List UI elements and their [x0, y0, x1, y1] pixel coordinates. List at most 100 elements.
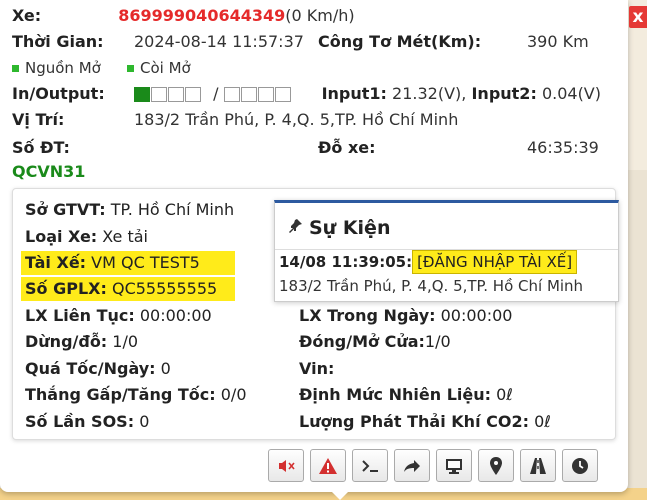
phone-row: Số ĐT: Đỗ xe: 46:35:39 — [12, 136, 599, 160]
lx-trong-ngay-row: LX Trong Ngày: 00:00:00 — [299, 304, 512, 328]
odometer-label: Công Tơ Mét(Km): — [318, 32, 482, 51]
vehicle-row: Xe: 869999040644349(0 Km/h) — [12, 4, 355, 28]
loai-xe-row: Loại Xe: Xe tải — [25, 225, 148, 249]
co2-label: Lượng Phát Thải Khí CO2: — [299, 412, 529, 431]
location-row: Vị Trí: 183/2 Trần Phú, P. 4,Q. 5,TP. Hồ … — [12, 108, 458, 132]
parking-label: Đỗ xe: — [318, 138, 376, 157]
io-box — [151, 87, 167, 102]
qua-toc-value: 0 — [160, 359, 171, 378]
sos-row: Số Lần SOS: 0 — [25, 410, 149, 434]
time-value: 2024-08-14 11:57:37 — [134, 32, 304, 51]
license-row: Số GPLX: QC55555555 — [21, 277, 235, 301]
location-label: Vị Trí: — [12, 110, 65, 129]
history-button[interactable] — [562, 449, 598, 482]
io-box — [185, 87, 201, 102]
dung-do-label: Dừng/đỗ: — [25, 332, 108, 351]
action-toolbar — [268, 449, 598, 483]
event-panel: Sự Kiện 14/08 11:39:05: [ĐĂNG NHẬP TÀI XẾ… — [274, 200, 619, 302]
io-box — [168, 87, 184, 102]
qua-toc-label: Quá Tốc/Ngày: — [25, 359, 156, 378]
mute-icon — [279, 459, 295, 472]
co2-value: 0ℓ — [534, 412, 551, 431]
location-pin-icon — [490, 456, 502, 475]
odometer-value: 390 Km — [527, 32, 589, 51]
dong-mo-label: Đóng/Mở Cửa: — [299, 332, 425, 351]
output-boxes — [224, 84, 292, 103]
so-gtvt-value: TP. Hồ Chí Minh — [110, 200, 235, 219]
share-button[interactable] — [394, 449, 430, 482]
io-box — [134, 87, 150, 102]
dinh-muc-value: 0ℓ — [496, 385, 513, 404]
co2-row: Lượng Phát Thải Khí CO2: 0ℓ — [299, 410, 551, 434]
popup-pointer — [330, 490, 350, 500]
dinh-muc-row: Định Mức Nhiên Liệu: 0ℓ — [299, 383, 513, 407]
thang-gap-label: Thắng Gấp/Tăng Tốc: — [25, 385, 216, 404]
so-gtvt-label: Sở GTVT: — [25, 200, 106, 219]
dinh-muc-label: Định Mức Nhiên Liệu: — [299, 385, 492, 404]
io-label: In/Output: — [12, 84, 105, 103]
road-icon — [530, 457, 546, 474]
thang-gap-value: 0/0 — [220, 385, 247, 404]
mute-button[interactable] — [268, 449, 304, 482]
vehicle-info-popup: Xe: 869999040644349(0 Km/h) Thời Gian: 20… — [0, 0, 628, 492]
driver-label: Tài Xế: — [25, 253, 87, 272]
sos-value: 0 — [139, 412, 150, 431]
location-value: 183/2 Trần Phú, P. 4,Q. 5,TP. Hồ Chí Min… — [134, 110, 459, 129]
close-button[interactable]: x — [629, 6, 647, 28]
xe-label: Xe: — [12, 6, 42, 25]
io-box — [275, 87, 292, 102]
warning-icon — [319, 457, 337, 474]
loai-xe-value: Xe tải — [102, 227, 148, 246]
license-label: Số GPLX: — [25, 279, 107, 298]
time-label: Thời Gian: — [12, 32, 104, 51]
lx-trong-ngay-value: 00:00:00 — [440, 306, 513, 325]
event-text: [ĐĂNG NHẬP TÀI XẾ] — [412, 250, 578, 274]
event-address: 183/2 Trần Phú, P. 4,Q. 5,TP. Hồ Chí Min… — [279, 277, 584, 295]
so-gtvt-row: Sở GTVT: TP. Hồ Chí Minh — [25, 198, 234, 222]
loai-xe-label: Loại Xe: — [25, 227, 98, 246]
input1-label: Input1: — [321, 84, 387, 103]
event-title-text: Sự Kiện — [309, 217, 391, 239]
power-status: Nguồn Mở — [25, 59, 101, 77]
dong-mo-row: Đóng/Mở Cửa:1/0 — [299, 330, 451, 354]
time-row: Thời Gian: 2024-08-14 11:57:37 Công Tơ Mét… — [12, 30, 589, 54]
clock-icon — [572, 457, 588, 474]
vehicle-id[interactable]: 869999040644349 — [118, 6, 285, 25]
vehicle-speed: (0 Km/h) — [285, 6, 355, 25]
dong-mo-value: 1/0 — [424, 332, 451, 351]
io-box — [241, 87, 258, 102]
io-row: In/Output: / Input1: 21.32(V), Input2: 0… — [12, 82, 601, 106]
driver-value: VM QC TEST5 — [91, 253, 200, 272]
qua-toc-row: Quá Tốc/Ngày: 0 — [25, 357, 171, 381]
lx-lien-tuc-row: LX Liên Tục: 00:00:00 — [25, 304, 212, 328]
input2-value: 0.04(V) — [541, 84, 601, 103]
route-button[interactable] — [520, 449, 556, 482]
driver-row: Tài Xế: VM QC TEST5 — [21, 251, 235, 275]
command-button[interactable] — [352, 449, 388, 482]
terminal-icon — [362, 459, 378, 472]
thang-gap-row: Thắng Gấp/Tăng Tốc: 0/0 — [25, 383, 247, 407]
event-entry[interactable]: 14/08 11:39:05: [ĐĂNG NHẬP TÀI XẾ] — [279, 250, 578, 274]
status-row: Nguồn Mở Còi Mở — [12, 56, 191, 80]
vin-row: Vin: — [299, 357, 334, 381]
event-title: Sự Kiện — [287, 217, 390, 239]
location-button[interactable] — [478, 449, 514, 482]
monitor-icon — [446, 458, 462, 474]
io-separator: / — [213, 84, 219, 103]
input-boxes — [134, 84, 202, 103]
license-value: QC55555555 — [111, 279, 218, 298]
parking-value: 46:35:39 — [527, 138, 599, 157]
input2-label: Input2: — [471, 84, 537, 103]
dung-do-row: Dừng/đỗ: 1/0 — [25, 330, 138, 354]
monitor-button[interactable] — [436, 449, 472, 482]
phone-label: Số ĐT: — [12, 138, 70, 157]
io-box — [224, 87, 241, 102]
share-icon — [404, 459, 420, 472]
event-time: 14/08 11:39:05: — [279, 253, 413, 271]
input1-value: 21.32(V), — [392, 84, 467, 103]
horn-status-dot — [127, 65, 134, 72]
qcvn-title: QCVN31 — [12, 162, 86, 181]
lx-trong-ngay-label: LX Trong Ngày: — [299, 306, 436, 325]
alert-button[interactable] — [310, 449, 346, 482]
lx-lien-tuc-label: LX Liên Tục: — [25, 306, 135, 325]
